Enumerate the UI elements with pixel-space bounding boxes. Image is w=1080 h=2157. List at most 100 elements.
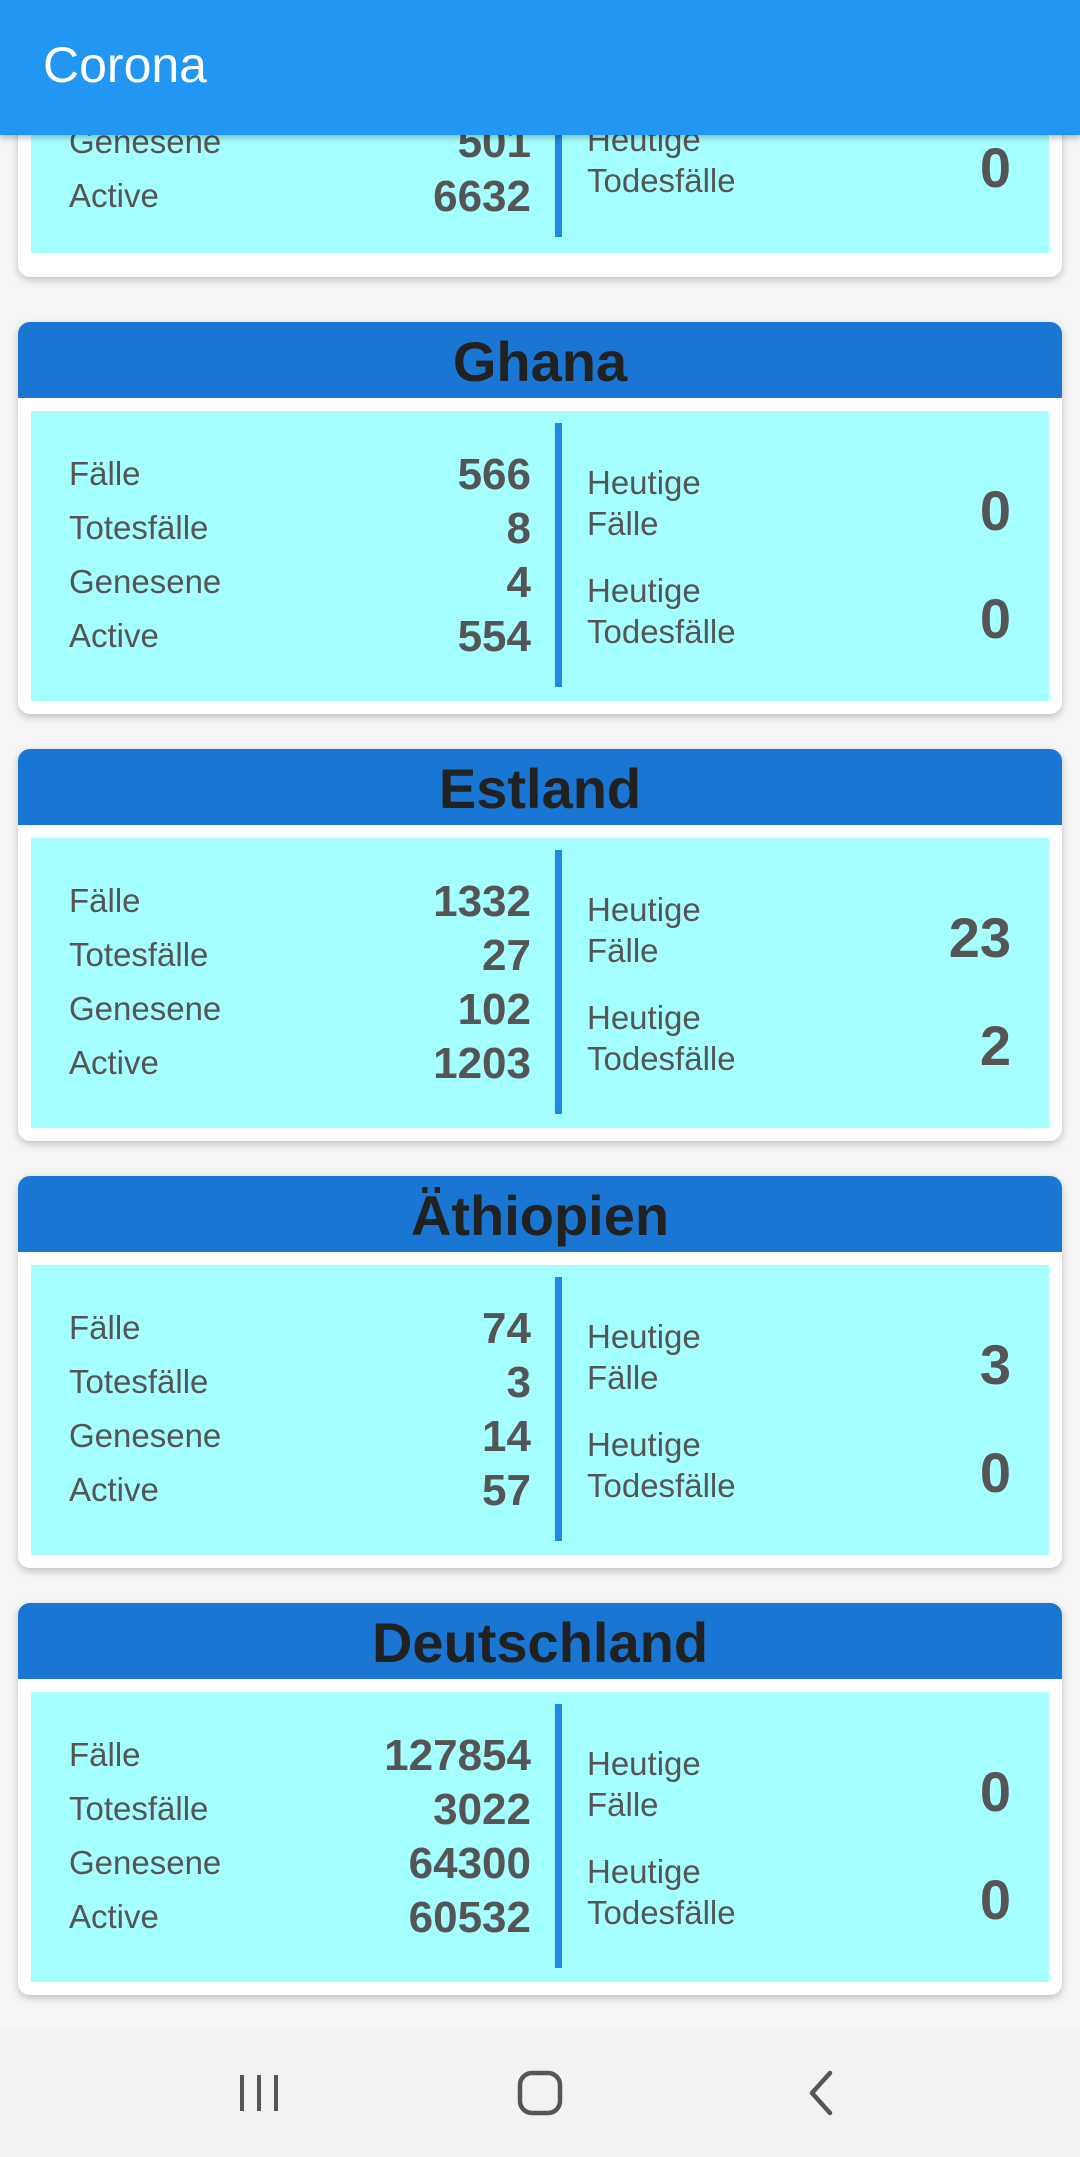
- today-label-line2: Todesfälle: [587, 1894, 736, 1931]
- stat-row: Genesene 64300: [31, 1836, 531, 1890]
- today-label-line2: Todesfälle: [587, 1467, 736, 1504]
- stat-label: Totesfälle: [69, 1363, 209, 1400]
- stat-row: Totesfälle 3022: [31, 1782, 531, 1836]
- stat-value: 3022: [433, 1785, 531, 1834]
- stat-value: 566: [457, 450, 531, 499]
- recents-icon: [240, 2075, 278, 2111]
- country-name: Estland: [18, 749, 1062, 825]
- today-label-line1: Heutige: [587, 999, 701, 1036]
- today-label: Heutige Fälle: [587, 1316, 847, 1398]
- today-cases: Heutige Fälle 0: [587, 1743, 1049, 1833]
- country-card[interactable]: Äthiopien Fälle 74 Totesfälle 3 Genesene 14 Act…: [18, 1176, 1062, 1568]
- today-value: 3: [979, 1333, 1011, 1396]
- stat-value: 8: [506, 504, 531, 553]
- stat-label: Totesfälle: [69, 1790, 209, 1827]
- stat-row: Fälle 566: [31, 447, 531, 501]
- stat-value: 501: [457, 135, 531, 167]
- today-deaths: Heutige Todesfälle 0: [587, 1424, 1049, 1514]
- stat-row: Genesene 4: [31, 555, 531, 609]
- today-value: 0: [979, 479, 1011, 542]
- stat-row: Genesene 102: [31, 982, 531, 1036]
- home-button[interactable]: [500, 2058, 580, 2128]
- stat-label: Fälle: [69, 455, 141, 492]
- today-value: 23: [948, 906, 1011, 969]
- stat-row: Active 1203: [31, 1036, 531, 1090]
- today-label: Heutige Fälle: [587, 1743, 847, 1825]
- stat-value: 57: [482, 1466, 531, 1515]
- today-value: 2: [979, 1014, 1011, 1077]
- stat-label: Active: [69, 1898, 159, 1935]
- stat-row: Active 60532: [31, 1890, 531, 1944]
- today-label-line2: Fälle: [587, 1359, 659, 1396]
- stat-value: 1332: [433, 877, 531, 926]
- today-label: Heutige Todesfälle: [587, 135, 847, 201]
- country-card[interactable]: Deutschland Fälle 127854 Totesfälle 3022 Gene…: [18, 1603, 1062, 1995]
- stat-value: 3: [506, 1358, 531, 1407]
- stat-value: 554: [457, 612, 531, 661]
- card-stats: Fälle 566 Totesfälle 8 Genesene 4 Active 554 Heu…: [31, 411, 1049, 701]
- country-card[interactable]: Genesene 501 Active 6632 Heutige Todesfä…: [18, 135, 1062, 277]
- today-cases: Heutige Fälle 23: [587, 889, 1049, 979]
- today-value: 0: [979, 587, 1011, 650]
- divider: [555, 135, 562, 237]
- stat-value: 14: [482, 1412, 531, 1461]
- today-label-line2: Todesfälle: [587, 1040, 736, 1077]
- stat-value: 74: [482, 1304, 531, 1353]
- stat-label: Genesene: [69, 135, 222, 160]
- divider: [555, 1704, 562, 1968]
- country-card[interactable]: Estland Fälle 1332 Totesfälle 27 Genesene 102 A…: [18, 749, 1062, 1141]
- stat-value: 6632: [433, 172, 531, 221]
- back-icon: [809, 2070, 833, 2116]
- country-list[interactable]: Genesene 501 Active 6632 Heutige Todesfä…: [0, 135, 1080, 2030]
- stat-value: 60532: [408, 1893, 531, 1942]
- stat-label: Active: [69, 177, 159, 214]
- today-value: 0: [979, 1760, 1011, 1823]
- stat-row: Totesfälle 3: [31, 1355, 531, 1409]
- back-button[interactable]: [782, 2058, 862, 2128]
- today-label-line2: Fälle: [587, 1786, 659, 1823]
- today-deaths: Heutige Todesfälle 0: [587, 570, 1049, 660]
- stat-row: Genesene 14: [31, 1409, 531, 1463]
- today-label-line1: Heutige: [587, 1426, 701, 1463]
- stat-label: Totesfälle: [69, 509, 209, 546]
- stat-value: 127854: [384, 1731, 531, 1780]
- country-card[interactable]: Ghana Fälle 566 Totesfälle 8 Genesene 4 Active 5…: [18, 322, 1062, 714]
- stat-label: Fälle: [69, 1309, 141, 1346]
- today-label: Heutige Todesfälle: [587, 997, 847, 1079]
- stat-label: Genesene: [69, 1417, 222, 1454]
- today-label-line2: Fälle: [587, 505, 659, 542]
- stat-row: Fälle 74: [31, 1301, 531, 1355]
- home-icon: [517, 2070, 563, 2116]
- stat-row: Genesene 501: [31, 135, 531, 169]
- stat-value: 1203: [433, 1039, 531, 1088]
- today-label-line2: Todesfälle: [587, 162, 736, 199]
- today-label: Heutige Fälle: [587, 889, 847, 971]
- country-name: Ghana: [18, 322, 1062, 398]
- stat-row: Active 57: [31, 1463, 531, 1517]
- today-deaths: Heutige Todesfälle 0: [587, 1851, 1049, 1941]
- divider: [555, 850, 562, 1114]
- today-value: 0: [979, 1441, 1011, 1504]
- today-label: Heutige Todesfälle: [587, 570, 847, 652]
- stat-row: Fälle 127854: [31, 1728, 531, 1782]
- card-stats: Fälle 74 Totesfälle 3 Genesene 14 Active 57 Heut…: [31, 1265, 1049, 1555]
- country-name: Deutschland: [18, 1603, 1062, 1679]
- card-stats: Fälle 127854 Totesfälle 3022 Genesene 64300 Ac…: [31, 1692, 1049, 1982]
- recents-button[interactable]: [219, 2058, 299, 2128]
- today-label-line1: Heutige: [587, 572, 701, 609]
- stat-value: 27: [482, 931, 531, 980]
- stat-row: Totesfälle 8: [31, 501, 531, 555]
- stat-row: Active 554: [31, 609, 531, 663]
- card-stats: Fälle 1332 Totesfälle 27 Genesene 102 Active 12…: [31, 838, 1049, 1128]
- today-value: 0: [979, 136, 1011, 199]
- divider: [555, 423, 562, 687]
- today-label-line1: Heutige: [587, 1745, 701, 1782]
- today-label-line1: Heutige: [587, 135, 701, 158]
- app-title: Corona: [43, 37, 207, 93]
- stat-value: 64300: [408, 1839, 531, 1888]
- stat-label: Genesene: [69, 1844, 222, 1881]
- country-name: Äthiopien: [18, 1176, 1062, 1252]
- stat-row: Totesfälle 27: [31, 928, 531, 982]
- today-label: Heutige Fälle: [587, 462, 847, 544]
- stat-label: Genesene: [69, 990, 222, 1027]
